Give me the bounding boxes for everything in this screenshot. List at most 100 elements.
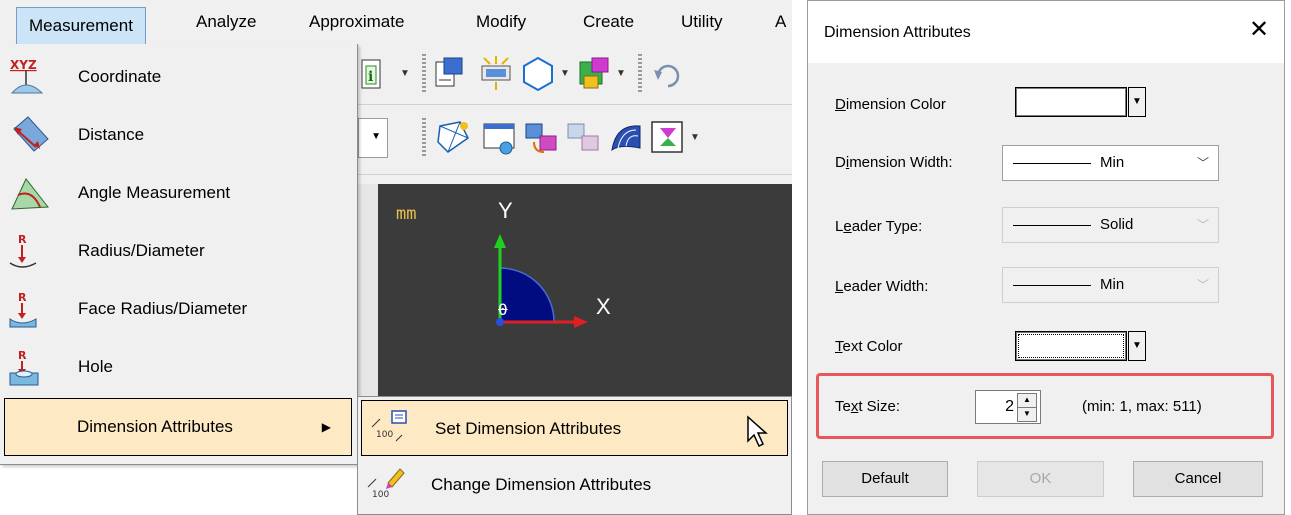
leader-width-select[interactable]: Min ﹀ xyxy=(1002,267,1219,303)
chevron-down-icon[interactable]: ▼ xyxy=(1128,331,1146,361)
y-axis-label: Y xyxy=(498,198,513,223)
toolbar-row-1: i ▼ ▼ ▼ xyxy=(358,44,792,105)
menu-item-label: Hole xyxy=(78,357,113,376)
menu-measurement[interactable]: Measurement xyxy=(16,7,146,44)
set-dimension-icon: 100 xyxy=(371,410,407,442)
chevron-down-icon[interactable]: ﹀ xyxy=(1197,216,1209,233)
info-icon[interactable]: i xyxy=(358,54,398,94)
undo-icon[interactable] xyxy=(648,54,688,94)
svg-text:100: 100 xyxy=(372,490,389,500)
menu-item-radius-diameter[interactable]: R Radius/Diameter xyxy=(0,222,357,280)
distance-icon xyxy=(13,116,49,152)
spin-down-icon[interactable]: ▼ xyxy=(1017,407,1037,422)
3d-viewport[interactable]: mm Y X 0 xyxy=(378,184,792,400)
chevron-down-icon[interactable]: ▼ xyxy=(614,54,628,94)
viewport-side-panel xyxy=(358,184,379,400)
text-size-stepper[interactable]: 2 ▲ ▼ xyxy=(975,390,1041,424)
menu-utility[interactable]: Utility xyxy=(681,0,723,44)
toolbar-row-2: ▼ ▼ xyxy=(358,104,792,175)
chevron-down-icon[interactable]: ▼ xyxy=(371,131,381,142)
transform-icon[interactable] xyxy=(522,118,562,158)
menu-more[interactable]: A xyxy=(775,0,786,44)
leader-width-value: Min xyxy=(1100,276,1125,293)
scan-icon[interactable] xyxy=(476,54,516,94)
menu-modify[interactable]: Modify xyxy=(476,0,526,44)
svg-text:R: R xyxy=(18,349,27,362)
menu-item-coordinate[interactable]: XYZ Coordinate xyxy=(0,48,357,106)
spin-up-icon[interactable]: ▲ xyxy=(1017,393,1037,408)
dimension-width-value: Min xyxy=(1100,154,1125,171)
text-size-value: 2 xyxy=(1005,398,1014,415)
chevron-down-icon[interactable]: ▼ xyxy=(688,118,702,158)
leader-width-label: Leader Width: xyxy=(835,278,929,295)
unit-label: mm xyxy=(396,204,417,224)
dimension-width-select[interactable]: Min ﹀ xyxy=(1002,145,1219,181)
chevron-down-icon[interactable]: ▼ xyxy=(1128,87,1146,117)
line-sample xyxy=(1013,225,1091,226)
menu-item-label: Distance xyxy=(78,125,145,144)
menu-item-label: Angle Measurement xyxy=(78,183,231,202)
toolbar-combo[interactable]: ▼ xyxy=(358,118,388,158)
leader-type-label: Leader Type: xyxy=(835,218,923,235)
menu-item-distance[interactable]: Distance xyxy=(0,106,357,164)
submenu-item-set-dimension-attributes[interactable]: 100 Set Dimension Attributes xyxy=(361,400,788,456)
measurement-dropdown-menu: XYZ Coordinate Distance Angle Measuremen… xyxy=(0,44,358,465)
submenu-item-change-dimension-attributes[interactable]: 100 Change Dimension Attributes xyxy=(358,457,791,515)
chevron-down-icon[interactable]: ﹀ xyxy=(1197,154,1209,171)
leader-type-value: Solid xyxy=(1100,216,1134,233)
menu-approximate[interactable]: Approximate xyxy=(309,0,404,44)
menu-item-hole[interactable]: R Hole xyxy=(0,338,357,396)
menu-item-label: Dimension Attributes xyxy=(77,417,233,436)
menu-bar: Measurement Analyze Approximate Modify C… xyxy=(0,0,792,45)
text-size-label: Text Size: xyxy=(835,398,901,415)
change-dimension-icon: 100 xyxy=(367,468,405,500)
svg-text:i: i xyxy=(368,69,373,85)
menu-item-angle-measurement[interactable]: Angle Measurement xyxy=(0,164,357,222)
menu-item-label: Coordinate xyxy=(78,67,162,86)
cancel-button[interactable]: Cancel xyxy=(1133,461,1263,497)
toolbar-grip[interactable] xyxy=(422,54,426,94)
hexagon-icon[interactable] xyxy=(518,54,558,94)
dialog-title: Dimension Attributes xyxy=(824,24,971,41)
menu-item-label: Face Radius/Diameter xyxy=(78,299,248,318)
svg-text:R: R xyxy=(18,233,27,246)
toolbar-area: i ▼ ▼ ▼ ▼ ▼ xyxy=(358,44,792,184)
menu-item-face-radius-diameter[interactable]: R Face Radius/Diameter xyxy=(0,280,357,338)
leader-type-select[interactable]: Solid ﹀ xyxy=(1002,207,1219,243)
toolbar-grip[interactable] xyxy=(422,118,426,158)
chevron-down-icon[interactable]: ▼ xyxy=(398,54,412,94)
menu-item-dimension-attributes[interactable]: Dimension Attributes ▶ xyxy=(4,398,352,456)
mesh-icon[interactable] xyxy=(606,118,646,158)
copy-shapes-icon[interactable] xyxy=(564,118,604,158)
text-color-label: Text Color xyxy=(835,338,903,355)
submenu-item-label: Set Dimension Attributes xyxy=(435,419,622,438)
ok-button[interactable]: OK xyxy=(977,461,1104,497)
dimension-color-picker[interactable]: ▼ xyxy=(1015,87,1148,117)
document-icon[interactable] xyxy=(430,54,470,94)
close-icon[interactable]: ✕ xyxy=(1244,15,1274,45)
submenu-arrow-icon: ▶ xyxy=(321,420,331,434)
menu-analyze[interactable]: Analyze xyxy=(196,0,256,44)
dialog-title-bar: Dimension Attributes ✕ xyxy=(808,1,1284,63)
mouse-cursor-icon xyxy=(747,415,768,448)
chevron-down-icon[interactable]: ﹀ xyxy=(1197,276,1209,293)
color-swatch xyxy=(1015,87,1127,117)
menu-create[interactable]: Create xyxy=(583,0,634,44)
angle-icon xyxy=(11,178,49,210)
svg-text:100: 100 xyxy=(376,430,393,440)
color-shape-icon[interactable] xyxy=(574,54,614,94)
app-window: Measurement Analyze Approximate Modify C… xyxy=(0,0,792,515)
window-icon[interactable] xyxy=(480,118,520,158)
hole-icon: R xyxy=(9,349,39,386)
dimension-color-label: Dimension Color xyxy=(835,96,946,113)
text-color-picker[interactable]: ▼ xyxy=(1015,331,1148,361)
toolbar-grip[interactable] xyxy=(638,54,642,94)
chevron-down-icon[interactable]: ▼ xyxy=(558,54,572,94)
svg-text:R: R xyxy=(18,291,27,304)
default-button[interactable]: Default xyxy=(822,461,948,497)
svg-text:XYZ: XYZ xyxy=(10,58,37,72)
fit-icon[interactable] xyxy=(648,118,688,158)
line-sample xyxy=(1013,163,1091,164)
radius-icon: R xyxy=(9,233,37,268)
wireframe-icon[interactable] xyxy=(434,118,474,158)
